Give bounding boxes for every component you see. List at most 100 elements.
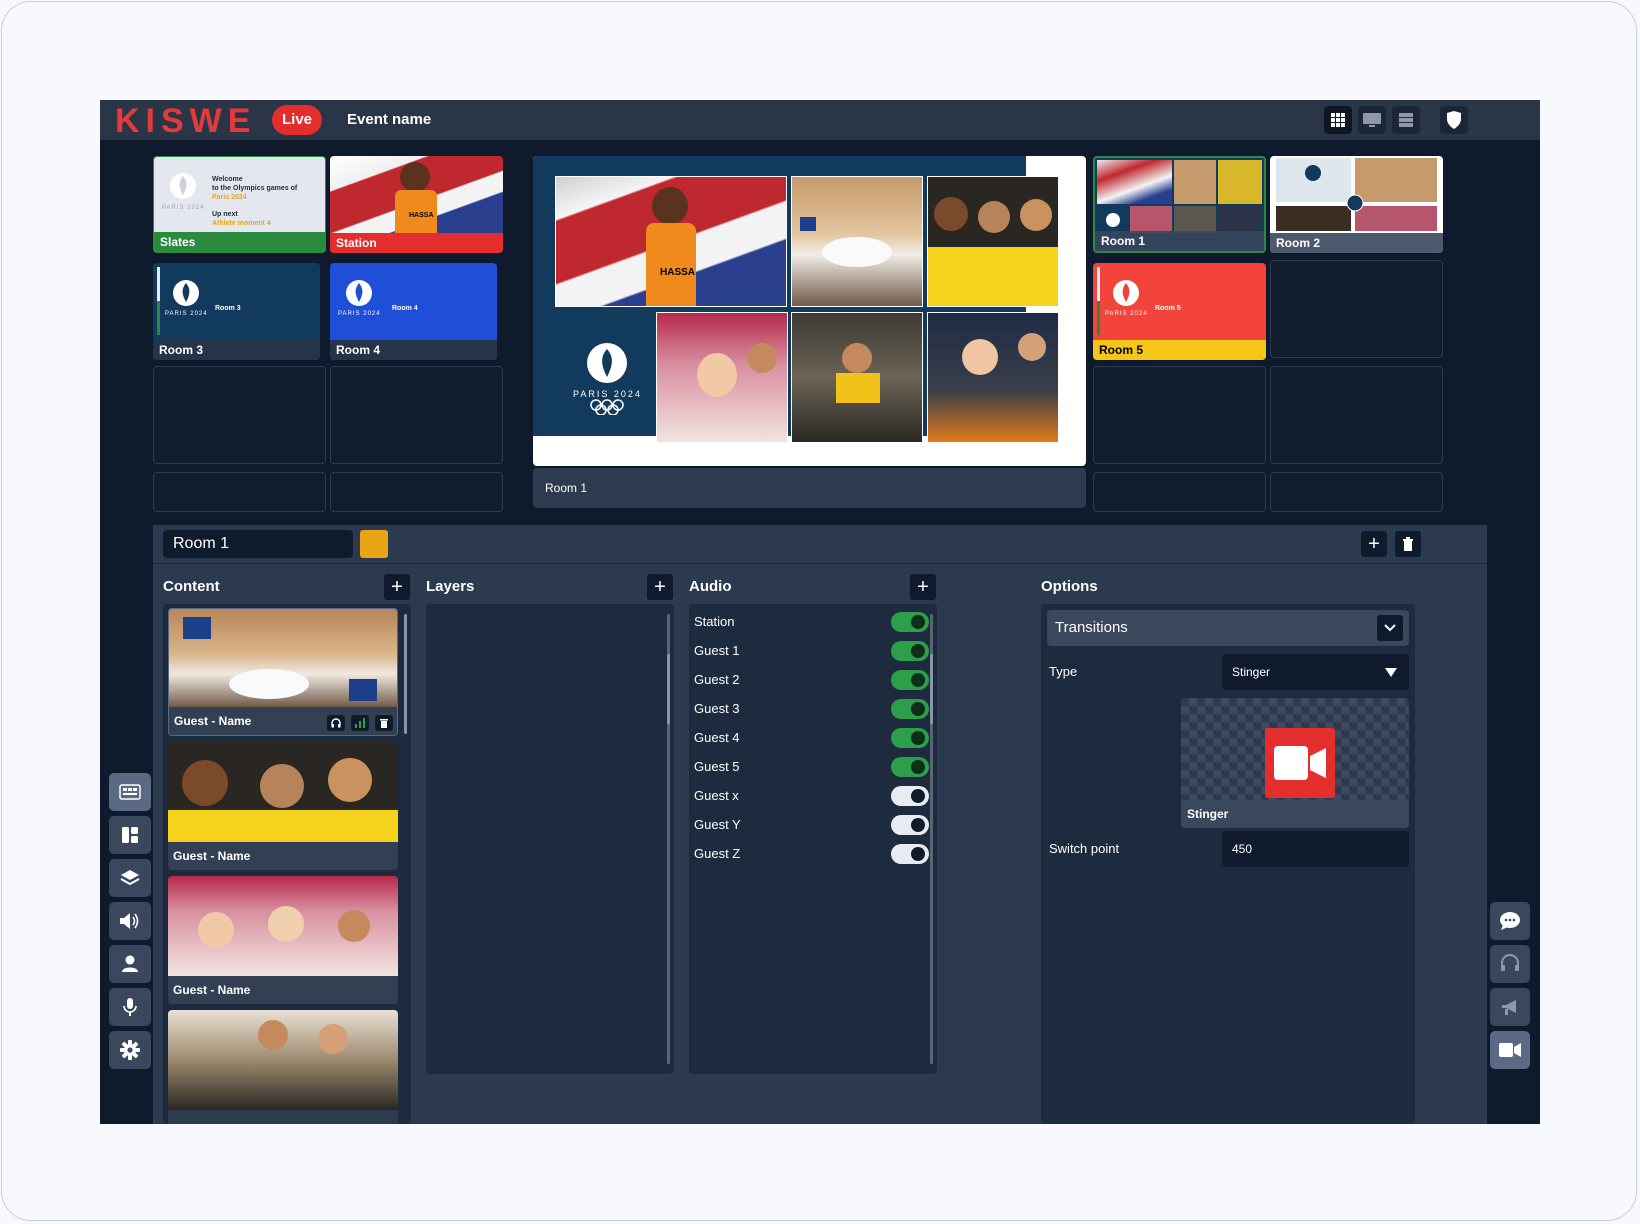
tile-label: Room 5	[1093, 340, 1266, 360]
shield-button[interactable]	[1440, 106, 1468, 134]
switch-point-label: Switch point	[1049, 841, 1120, 856]
list-view-button[interactable]	[1392, 106, 1420, 134]
trash-icon	[380, 719, 388, 728]
settings-button[interactable]	[109, 1031, 151, 1069]
slate-text: Welcome to the Olympics games of Paris 2…	[212, 176, 298, 227]
megaphone-icon	[1502, 1000, 1516, 1015]
paris-emblem: PARIS 2024	[573, 341, 642, 415]
paris-emblem: PARIS 2024	[1105, 279, 1148, 317]
transitions-header[interactable]: Transitions	[1047, 610, 1409, 646]
audio-toggle[interactable]	[891, 757, 929, 777]
monitor-view-button[interactable]	[1358, 106, 1386, 134]
audio-list: Station Guest 1 Guest 2 Guest 3 Guest 4 …	[689, 604, 937, 1074]
empty-slot[interactable]	[1270, 366, 1443, 464]
add-layer-button[interactable]: +	[647, 574, 673, 600]
empty-slot[interactable]	[153, 472, 326, 512]
list-view-icon	[1399, 113, 1413, 127]
stinger-preview[interactable]: Stinger	[1181, 698, 1409, 828]
layers-scrollbar[interactable]	[667, 654, 670, 724]
monitor-icon	[1363, 113, 1381, 127]
source-tile-station[interactable]: HASSA Station	[330, 156, 503, 253]
audio-toggle[interactable]	[891, 844, 929, 864]
source-tile-room3[interactable]: PARIS 2024 Room 3 Room 3	[153, 263, 320, 360]
type-select[interactable]: Stinger	[1222, 654, 1409, 690]
guest-photo	[168, 876, 398, 976]
add-content-button[interactable]: +	[384, 574, 410, 600]
audio-row: Guest 4	[694, 724, 929, 752]
empty-slot[interactable]	[1093, 366, 1266, 464]
audio-toggle[interactable]	[891, 612, 929, 632]
audio-toggle[interactable]	[891, 641, 929, 661]
headphones-icon	[331, 718, 341, 728]
empty-slot[interactable]	[330, 472, 503, 512]
microphone-button[interactable]	[109, 988, 151, 1026]
headset-icon	[1501, 954, 1519, 971]
empty-slot[interactable]	[1270, 472, 1443, 512]
content-card[interactable]: Guest - Name	[168, 742, 398, 870]
multiview-button[interactable]	[109, 773, 151, 811]
layers-button[interactable]	[109, 859, 151, 897]
options-title: Options	[1041, 578, 1098, 595]
audio-toggle[interactable]	[891, 728, 929, 748]
audio-level-button[interactable]	[351, 715, 369, 731]
camera-button[interactable]	[1490, 1031, 1530, 1069]
headset-button[interactable]	[1490, 945, 1530, 983]
content-card-label: Guest - Name	[168, 842, 398, 870]
empty-slot[interactable]	[1270, 260, 1443, 358]
dropdown-caret-icon	[1385, 668, 1397, 677]
audio-toggle[interactable]	[891, 786, 929, 806]
delete-room-button[interactable]	[1395, 531, 1421, 557]
kiswe-logo: KISWE	[115, 102, 257, 140]
guest-photo	[168, 742, 398, 842]
content-card[interactable]	[168, 1010, 398, 1124]
tile-label: Room 1	[1095, 231, 1264, 251]
room-color-swatch[interactable]	[360, 530, 388, 558]
audio-toggle[interactable]	[891, 670, 929, 690]
content-title: Content	[163, 578, 220, 595]
program-label: Room 1	[533, 468, 1086, 508]
content-card-label: Guest - Name	[168, 976, 398, 1004]
source-tile-room5[interactable]: PARIS 2024 Room 5 Room 5	[1093, 263, 1266, 360]
add-room-button[interactable]: +	[1361, 531, 1387, 557]
chat-button[interactable]	[1490, 902, 1530, 940]
empty-slot[interactable]	[1093, 472, 1266, 512]
speaker-icon	[120, 913, 139, 929]
audio-toggle[interactable]	[891, 815, 929, 835]
person-button[interactable]	[109, 945, 151, 983]
speaker-button[interactable]	[109, 902, 151, 940]
audio-row: Guest 1	[694, 637, 929, 665]
paris-emblem: PARIS 2024	[165, 279, 208, 317]
content-card[interactable]: Guest - Name	[168, 876, 398, 1004]
room-name-input[interactable]: Room 1	[163, 530, 353, 558]
source-tile-room1[interactable]: Room 1	[1093, 156, 1266, 253]
guest-photo	[168, 1010, 398, 1110]
divider	[153, 563, 1487, 564]
paris-emblem: PARIS 2024	[162, 171, 205, 211]
program-preview[interactable]: HASSA PARIS 2024	[533, 156, 1086, 466]
headphones-button[interactable]	[327, 715, 345, 731]
tile-label: Room 3	[153, 340, 320, 360]
source-tile-room2[interactable]: Room 2	[1270, 156, 1443, 253]
content-scrollbar[interactable]	[404, 614, 407, 734]
guest-photo	[927, 176, 1059, 307]
multiview-icon	[119, 784, 141, 800]
audio-scrollbar[interactable]	[930, 654, 933, 724]
grid-view-button[interactable]	[1324, 106, 1352, 134]
empty-slot[interactable]	[330, 366, 503, 464]
source-tile-slates[interactable]: PARIS 2024 Welcome to the Olympics games…	[153, 156, 326, 253]
tile-label: Slates	[154, 232, 325, 252]
empty-slot[interactable]	[153, 366, 326, 464]
source-tile-room4[interactable]: PARIS 2024 Room 4 Room 4	[330, 263, 497, 360]
audio-row: Guest x	[694, 782, 929, 810]
layout-button[interactable]	[109, 816, 151, 854]
audio-toggle[interactable]	[891, 699, 929, 719]
delete-content-button[interactable]	[375, 715, 393, 731]
add-audio-button[interactable]: +	[910, 574, 936, 600]
content-card[interactable]: Guest - Name	[168, 608, 398, 736]
athlete-photo: HASSA	[555, 176, 787, 307]
collapse-button[interactable]	[1377, 615, 1403, 641]
shield-icon	[1447, 111, 1461, 129]
switch-point-input[interactable]: 450	[1222, 831, 1409, 867]
live-badge[interactable]: Live	[272, 105, 322, 135]
megaphone-button[interactable]	[1490, 988, 1530, 1026]
